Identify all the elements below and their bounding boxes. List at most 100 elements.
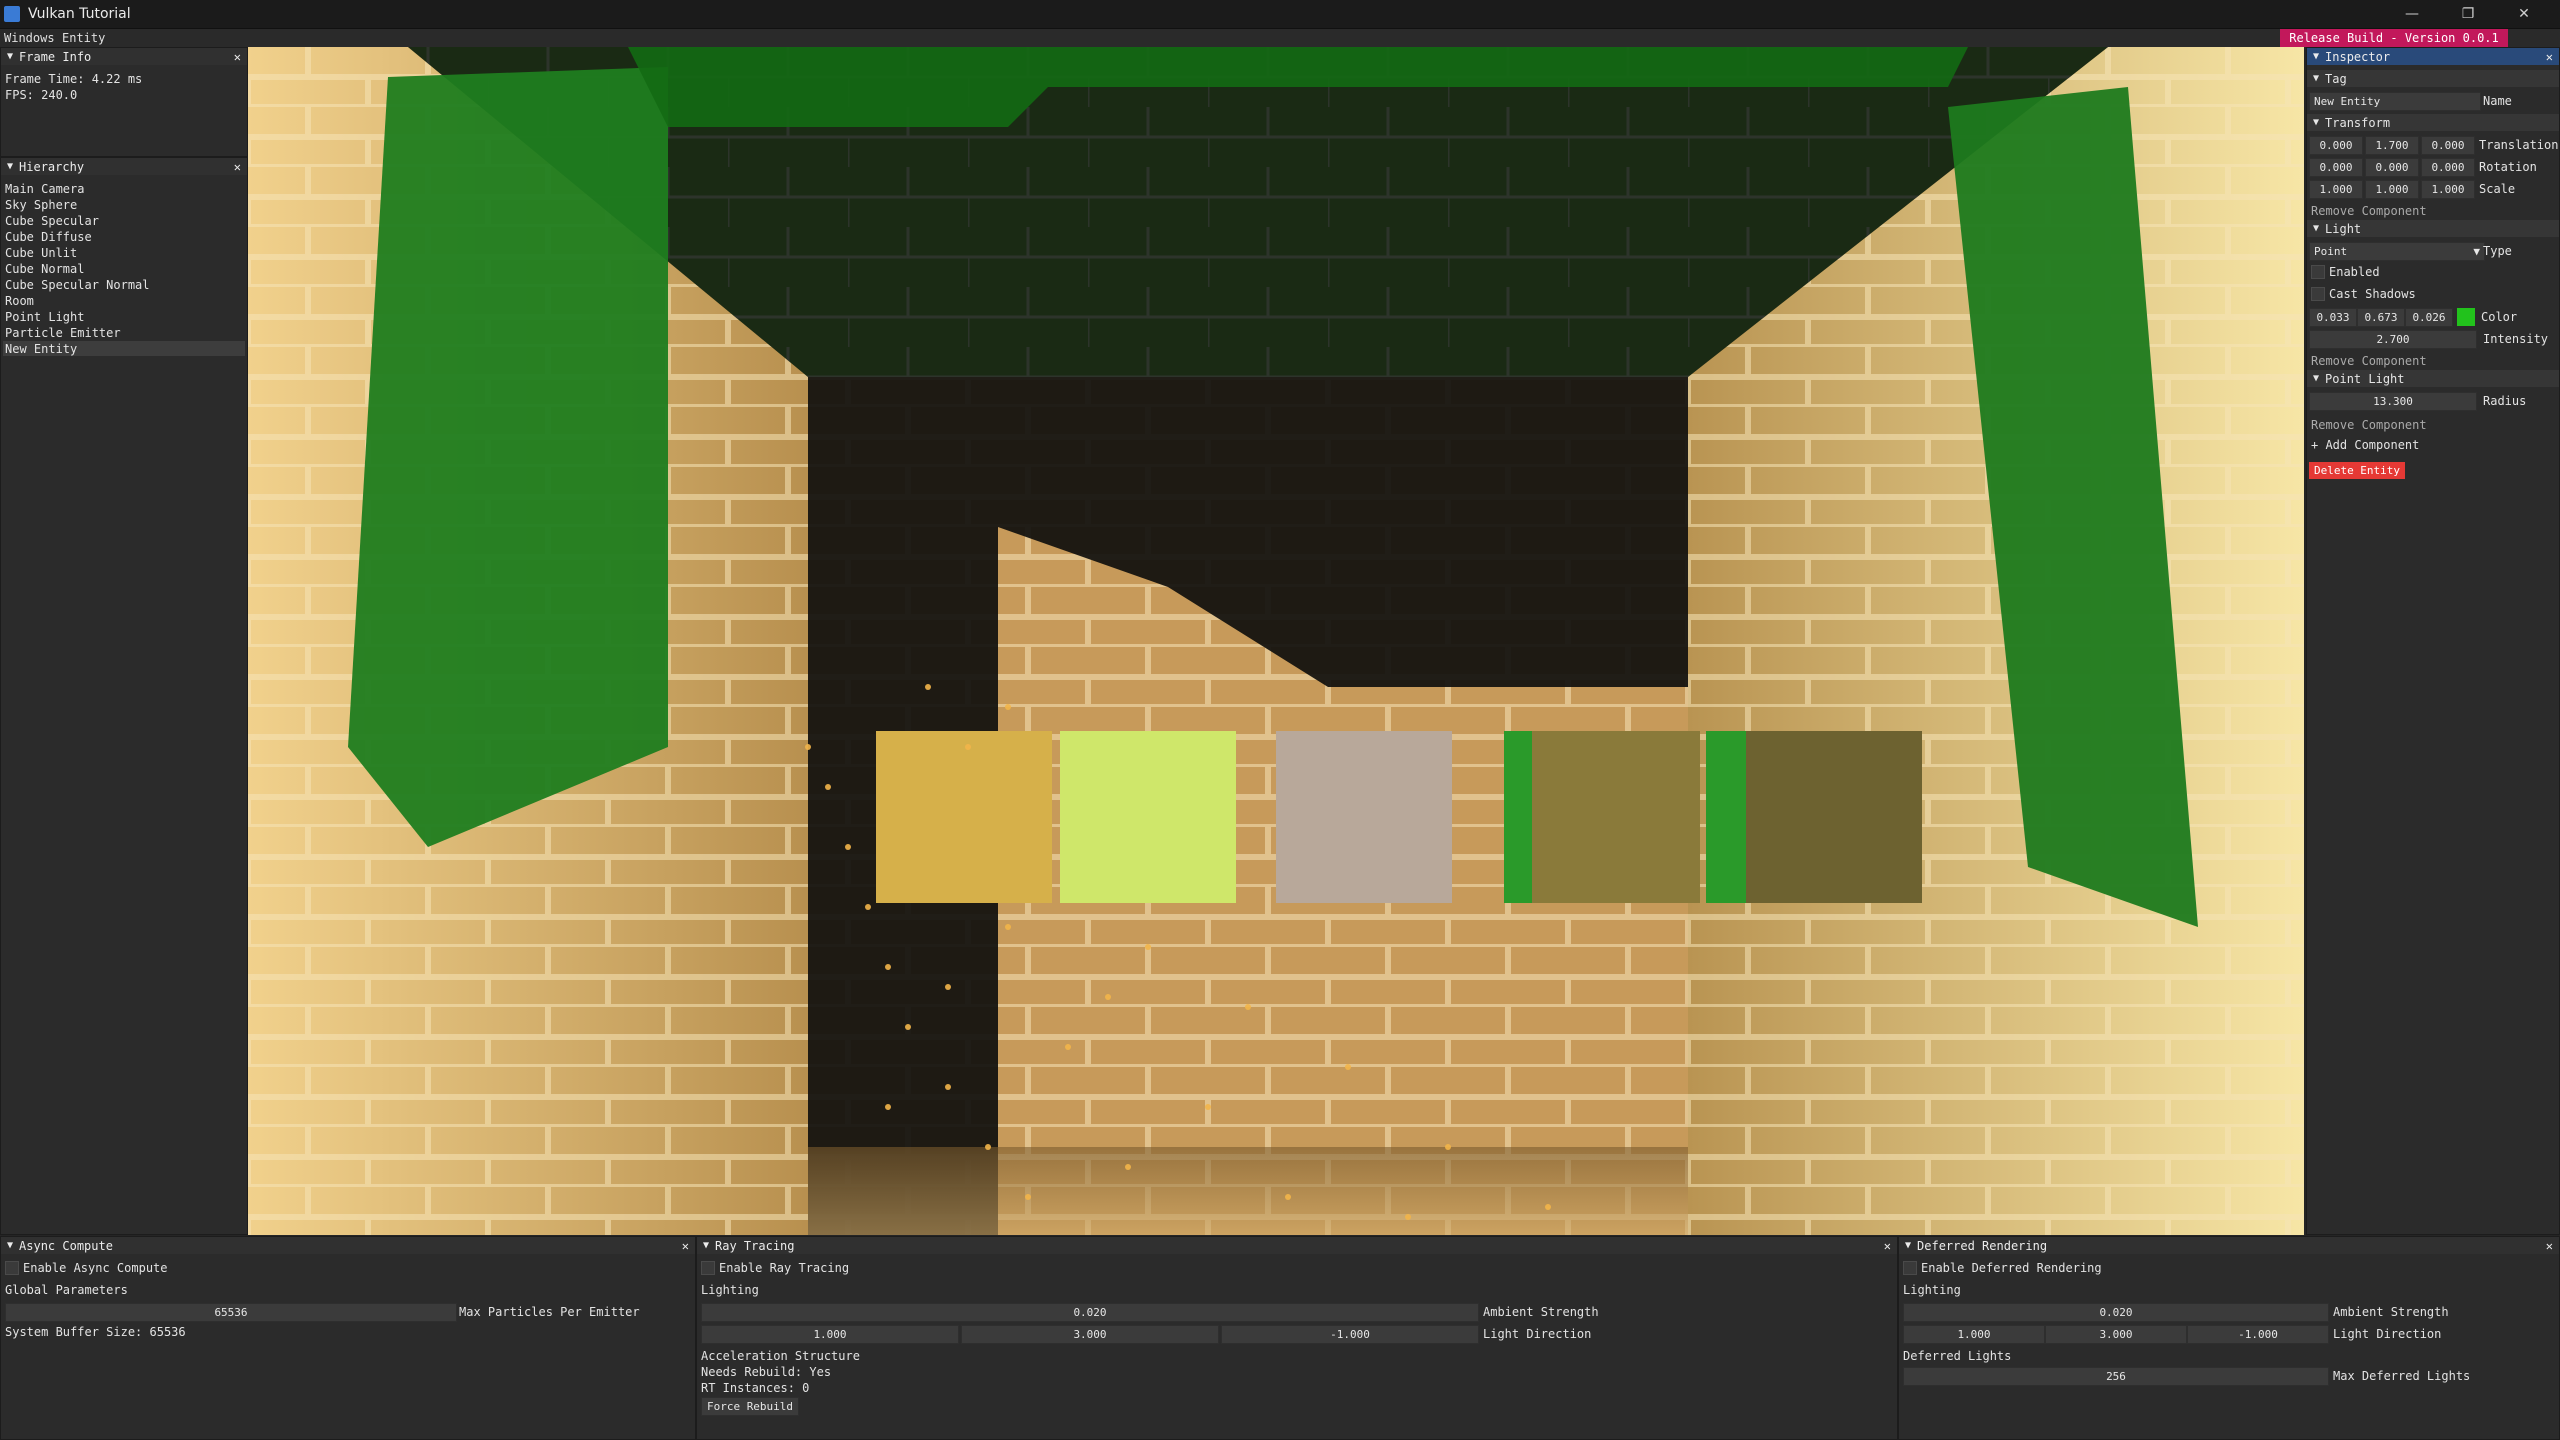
tag-section-header[interactable]: ▼ Tag — [2307, 70, 2559, 87]
max-particles-slider[interactable]: 65536 — [5, 1303, 457, 1322]
intensity-slider[interactable]: 2.700 — [2309, 330, 2477, 349]
scale-y[interactable]: 1.000 — [2365, 180, 2419, 199]
hierarchy-item-selected[interactable]: New Entity — [3, 341, 245, 356]
close-icon[interactable]: ✕ — [2546, 50, 2553, 64]
menu-entity[interactable]: Entity — [62, 31, 105, 45]
add-component-button[interactable]: + Add Component — [2311, 438, 2419, 452]
collapse-icon[interactable]: ▼ — [7, 51, 13, 62]
light-type-select[interactable]: Point ▼ — [2309, 242, 2485, 261]
hierarchy-item[interactable]: Cube Unlit — [5, 246, 77, 260]
hierarchy-panel: ▼ Hierarchy ✕ Main Camera Sky Sphere Cub… — [0, 157, 248, 1235]
scene-viewport[interactable] — [248, 47, 2304, 1235]
section-title: Tag — [2325, 71, 2347, 86]
ray-tracing-header[interactable]: ▼ Ray Tracing ✕ — [697, 1237, 1897, 1254]
delete-entity-button[interactable]: Delete Entity — [2309, 462, 2405, 479]
radius-label: Radius — [2483, 394, 2527, 408]
hierarchy-item[interactable]: Cube Specular Normal — [5, 278, 150, 292]
window-titlebar: Vulkan Tutorial — ❐ ✕ — [0, 0, 2560, 29]
translation-z[interactable]: 0.000 — [2421, 136, 2475, 155]
light-section-header[interactable]: ▼ Light — [2307, 220, 2559, 237]
collapse-icon[interactable]: ▼ — [2313, 117, 2319, 128]
close-icon[interactable]: ✕ — [234, 50, 241, 64]
scale-x[interactable]: 1.000 — [2309, 180, 2363, 199]
maximize-button[interactable]: ❐ — [2440, 0, 2496, 28]
remove-transform-button[interactable]: Remove Component — [2311, 204, 2427, 218]
collapse-icon[interactable]: ▼ — [1905, 1240, 1911, 1251]
enable-ray-tracing-label: Enable Ray Tracing — [719, 1261, 850, 1275]
radius-slider[interactable]: 13.300 — [2309, 392, 2477, 411]
ambient-strength-slider[interactable]: 0.020 — [1903, 1303, 2329, 1322]
hierarchy-title: Hierarchy — [19, 159, 85, 174]
close-icon[interactable]: ✕ — [682, 1239, 689, 1253]
enabled-label: Enabled — [2329, 265, 2380, 279]
hierarchy-item[interactable]: Cube Normal — [5, 262, 84, 276]
color-r[interactable]: 0.033 — [2309, 308, 2357, 327]
max-deferred-lights-slider[interactable]: 256 — [1903, 1367, 2329, 1386]
close-window-button[interactable]: ✕ — [2496, 0, 2552, 28]
hierarchy-item[interactable]: Sky Sphere — [5, 198, 77, 212]
collapse-icon[interactable]: ▼ — [2313, 51, 2319, 62]
color-g[interactable]: 0.673 — [2357, 308, 2405, 327]
hierarchy-item[interactable]: Point Light — [5, 310, 84, 324]
light-direction-label: Light Direction — [1483, 1327, 1592, 1341]
minimize-button[interactable]: — — [2384, 0, 2440, 28]
enable-async-compute-checkbox[interactable] — [5, 1261, 19, 1275]
color-b[interactable]: 0.026 — [2405, 308, 2453, 327]
cast-shadows-label: Cast Shadows — [2329, 287, 2416, 301]
async-compute-panel: ▼ Async Compute ✕ Enable Async Compute G… — [0, 1236, 696, 1440]
light-dir-x[interactable]: 1.000 — [1903, 1325, 2045, 1344]
max-particles-label: Max Particles Per Emitter — [459, 1305, 640, 1319]
async-compute-header[interactable]: ▼ Async Compute ✕ — [1, 1237, 695, 1254]
hierarchy-item[interactable]: Particle Emitter — [5, 326, 121, 340]
collapse-icon[interactable]: ▼ — [703, 1240, 709, 1251]
light-dir-y[interactable]: 3.000 — [961, 1325, 1219, 1344]
ambient-strength-label: Ambient Strength — [1483, 1305, 1599, 1319]
collapse-icon[interactable]: ▼ — [7, 1240, 13, 1251]
rotation-y[interactable]: 0.000 — [2365, 158, 2419, 177]
collapse-icon[interactable]: ▼ — [7, 161, 13, 172]
light-dir-z[interactable]: -1.000 — [1221, 1325, 1479, 1344]
menu-windows[interactable]: Windows — [4, 31, 55, 45]
inspector-header[interactable]: ▼ Inspector ✕ — [2307, 48, 2559, 65]
translation-y[interactable]: 1.700 — [2365, 136, 2419, 155]
collapse-icon[interactable]: ▼ — [2313, 73, 2319, 84]
cast-shadows-checkbox[interactable] — [2311, 287, 2325, 301]
remove-point-light-button[interactable]: Remove Component — [2311, 418, 2427, 432]
frame-info-header[interactable]: ▼ Frame Info ✕ — [1, 48, 247, 65]
system-buffer-size: System Buffer Size: 65536 — [5, 1325, 186, 1339]
translation-x[interactable]: 0.000 — [2309, 136, 2363, 155]
hierarchy-header[interactable]: ▼ Hierarchy ✕ — [1, 158, 247, 175]
ambient-strength-slider[interactable]: 0.020 — [701, 1303, 1479, 1322]
color-swatch[interactable] — [2457, 308, 2475, 326]
deferred-lights-label: Deferred Lights — [1903, 1349, 2012, 1363]
remove-light-button[interactable]: Remove Component — [2311, 354, 2427, 368]
hierarchy-item[interactable]: Cube Diffuse — [5, 230, 92, 244]
enable-async-compute-label: Enable Async Compute — [23, 1261, 168, 1275]
close-icon[interactable]: ✕ — [1884, 1239, 1891, 1253]
light-dir-z[interactable]: -1.000 — [2187, 1325, 2329, 1344]
scale-z[interactable]: 1.000 — [2421, 180, 2475, 199]
hierarchy-item[interactable]: Cube Specular — [5, 214, 99, 228]
transform-section-header[interactable]: ▼ Transform — [2307, 114, 2559, 131]
hierarchy-item[interactable]: Main Camera — [5, 182, 84, 196]
chevron-down-icon: ▼ — [2473, 245, 2480, 258]
rotation-z[interactable]: 0.000 — [2421, 158, 2475, 177]
collapse-icon[interactable]: ▼ — [2313, 373, 2319, 384]
enabled-checkbox[interactable] — [2311, 265, 2325, 279]
light-dir-x[interactable]: 1.000 — [701, 1325, 959, 1344]
enable-deferred-rendering-checkbox[interactable] — [1903, 1261, 1917, 1275]
hierarchy-item[interactable]: Room — [5, 294, 34, 308]
fps: FPS: 240.0 — [5, 88, 78, 102]
deferred-rendering-header[interactable]: ▼ Deferred Rendering ✕ — [1899, 1237, 2559, 1254]
force-rebuild-button[interactable]: Force Rebuild — [701, 1397, 799, 1416]
light-dir-y[interactable]: 3.000 — [2045, 1325, 2187, 1344]
enable-ray-tracing-checkbox[interactable] — [701, 1261, 715, 1275]
intensity-label: Intensity — [2483, 332, 2549, 346]
close-icon[interactable]: ✕ — [2546, 1239, 2553, 1253]
close-icon[interactable]: ✕ — [234, 160, 241, 174]
point-light-section-header[interactable]: ▼ Point Light — [2307, 370, 2559, 387]
rotation-x[interactable]: 0.000 — [2309, 158, 2363, 177]
collapse-icon[interactable]: ▼ — [2313, 223, 2319, 234]
enable-deferred-rendering-label: Enable Deferred Rendering — [1921, 1261, 2102, 1275]
entity-name-input[interactable]: New Entity — [2309, 92, 2481, 111]
